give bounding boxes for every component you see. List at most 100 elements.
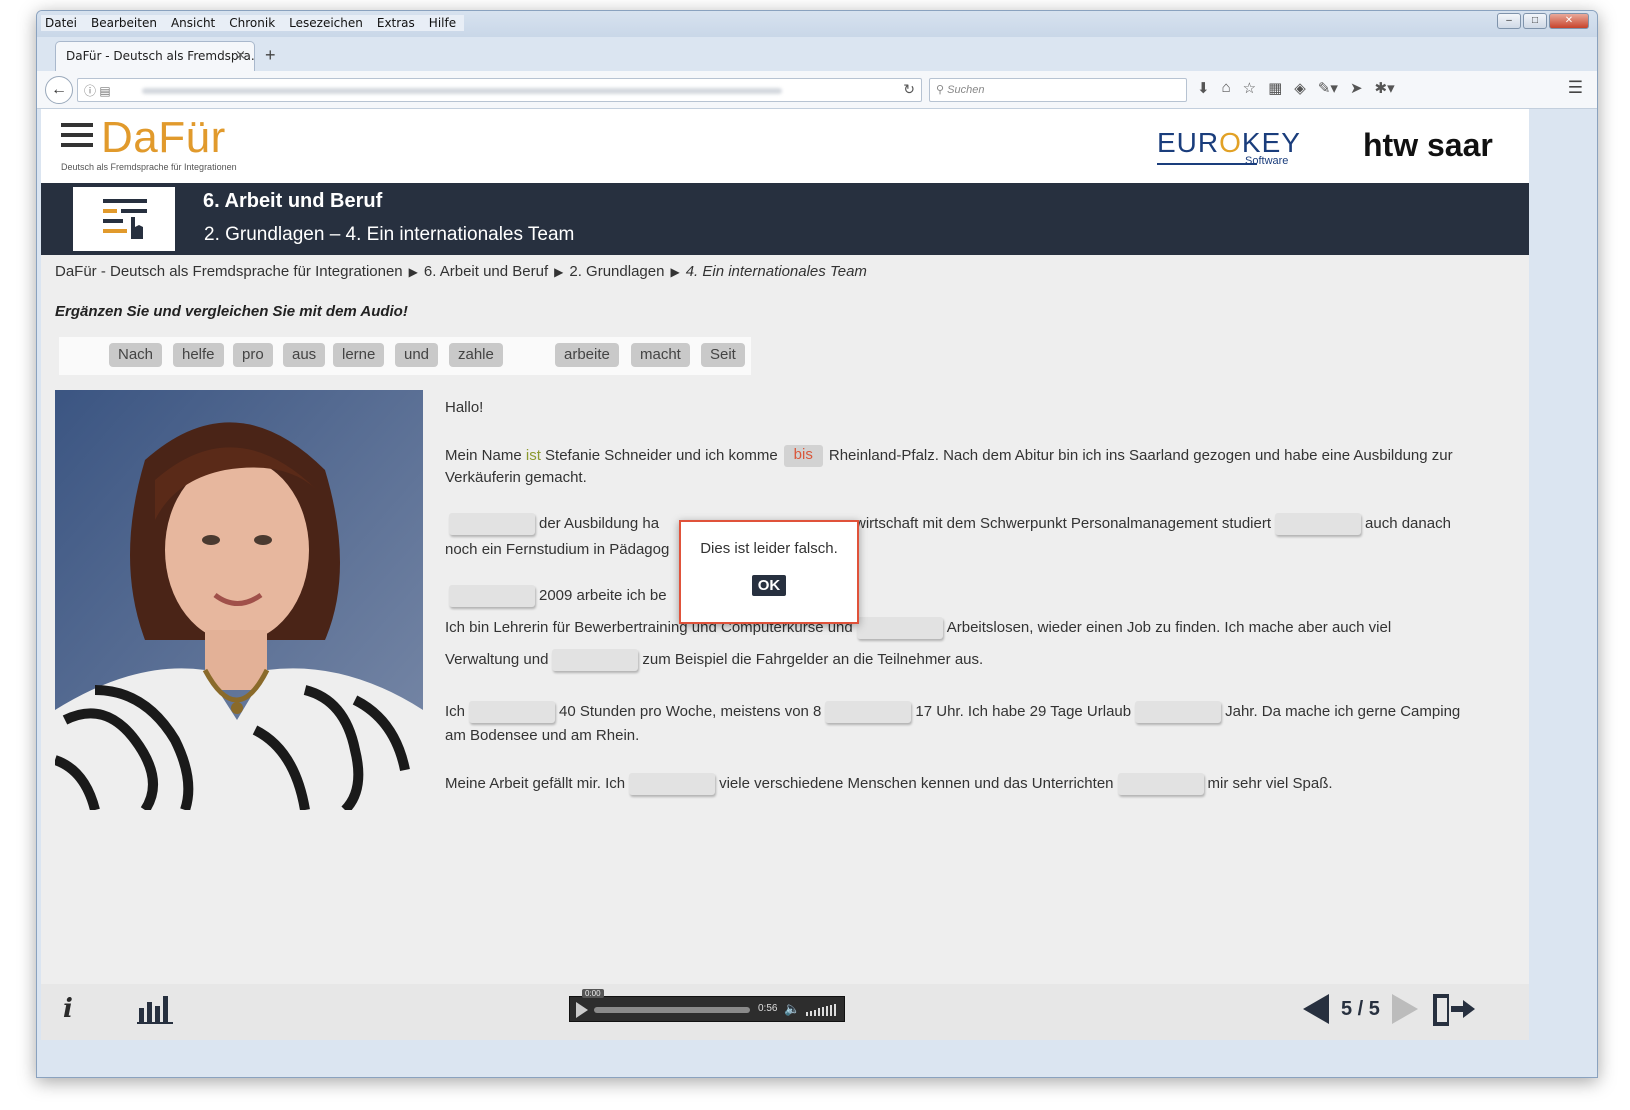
htw-saar-logo: htw saar <box>1363 127 1493 163</box>
breadcrumb-arrow-icon: ▶ <box>554 264 564 279</box>
word-chip[interactable]: macht <box>631 343 690 367</box>
text-fragment: wirtschaft mit dem Schwerpunkt Personalm… <box>855 514 1272 532</box>
word-chip[interactable]: arbeite <box>555 343 619 367</box>
text-fragment: mir sehr viel Spaß. <box>1207 774 1333 792</box>
answer-gap[interactable] <box>449 585 535 607</box>
pocket-icon[interactable]: ◈ <box>1294 79 1306 97</box>
word-chip[interactable]: Seit <box>701 343 745 367</box>
tab-close-icon[interactable]: × <box>235 48 246 63</box>
portrait-photo <box>55 390 423 810</box>
text-fragment: Stefanie Schneider und ich komme <box>540 446 778 464</box>
browser-window: Datei Bearbeiten Ansicht Chronik Lesezei… <box>36 10 1598 1078</box>
menu-datei[interactable]: Datei <box>45 16 77 30</box>
window-close-button[interactable]: ✕ <box>1549 13 1589 29</box>
volume-icon[interactable]: 🔈 <box>784 1001 800 1017</box>
menu-extras[interactable]: Extras <box>377 16 415 30</box>
navigation-bar: ← ⓘ ▤ ↻ ⚲ Suchen ⬇ ⌂ ☆ ▦ ◈ ✎▾ ➤ ✱▾ ☰ <box>37 71 1597 109</box>
home-icon[interactable]: ⌂ <box>1222 79 1231 97</box>
site-menu-icon[interactable] <box>61 123 93 151</box>
site-header: DaFür Deutsch als Fremdsprache für Integ… <box>41 109 1529 183</box>
word-chip[interactable]: aus <box>283 343 326 367</box>
error-dialog: Dies ist leider falsch. OK <box>679 520 859 624</box>
word-chip[interactable]: helfe <box>173 343 224 367</box>
menu-ansicht[interactable]: Ansicht <box>171 16 215 30</box>
text-line: Ich 40 Stunden pro Woche, meistens von 8 1… <box>445 701 1460 723</box>
bookmark-star-icon[interactable]: ☆ <box>1243 79 1256 97</box>
text-line: Mein Name ist Stefanie Schneider und ich… <box>445 445 1453 467</box>
exercise-instruction: Ergänzen Sie und vergleichen Sie mit dem… <box>55 303 408 320</box>
word-chip[interactable]: zahle <box>449 343 503 367</box>
eurokey-o: O <box>1219 127 1242 158</box>
audio-duration: 0:56 <box>758 1003 778 1014</box>
text-line: der Ausbildung ha <box>445 513 659 535</box>
page-counter: 5 / 5 <box>1341 997 1380 1020</box>
exercise-type-icon <box>73 187 175 251</box>
text-line: am Bodensee und am Rhein. <box>445 727 640 744</box>
send-icon[interactable]: ➤ <box>1350 79 1363 97</box>
tools-icon[interactable]: ✎▾ <box>1318 79 1338 97</box>
tab-title: DaFür - Deutsch als Fremdspra... <box>66 49 255 63</box>
breadcrumb-item-chapter[interactable]: 6. Arbeit und Beruf <box>424 263 548 280</box>
breadcrumb-item-section[interactable]: 2. Grundlagen <box>569 263 664 280</box>
word-chip[interactable]: pro <box>233 343 273 367</box>
audio-progress-slider[interactable] <box>594 1007 750 1013</box>
browser-toolbar: ⬇ ⌂ ☆ ▦ ◈ ✎▾ ➤ ✱▾ <box>1197 79 1395 97</box>
url-bar[interactable]: ⓘ ▤ ↻ <box>77 78 922 102</box>
word-chip[interactable]: lerne <box>333 343 385 367</box>
statistics-icon[interactable] <box>137 994 175 1024</box>
text-line: Meine Arbeit gefällt mir. Ich viele versc… <box>445 773 1333 795</box>
previous-page-icon[interactable] <box>1303 994 1329 1024</box>
answer-gap[interactable] <box>449 513 535 535</box>
breadcrumb-item-home[interactable]: DaFür - Deutsch als Fremdsprache für Int… <box>55 263 403 280</box>
minimize-button[interactable]: – <box>1497 13 1521 29</box>
menu-hilfe[interactable]: Hilfe <box>429 16 456 30</box>
menu-chronik[interactable]: Chronik <box>229 16 275 30</box>
next-page-icon[interactable] <box>1391 994 1418 1024</box>
search-input[interactable]: ⚲ Suchen <box>929 78 1187 102</box>
menu-bearbeiten[interactable]: Bearbeiten <box>91 16 157 30</box>
window-controls: – □ ✕ <box>1497 13 1589 29</box>
bookmarks-list-icon[interactable]: ▦ <box>1268 79 1282 97</box>
url-text-blurred <box>142 88 782 94</box>
menu-lesezeichen[interactable]: Lesezeichen <box>289 16 363 30</box>
lesson-banner: 6. Arbeit und Beruf 2. Grundlagen – 4. E… <box>41 183 1529 255</box>
maximize-button[interactable]: □ <box>1523 13 1547 29</box>
browser-menu-icon[interactable]: ☰ <box>1568 78 1583 98</box>
word-chip[interactable]: Nach <box>109 343 163 367</box>
volume-slider[interactable] <box>806 1004 836 1016</box>
text-highlight-ist: ist <box>525 446 541 464</box>
answer-gap[interactable] <box>1117 773 1204 795</box>
audio-player: 0:00 0:56 🔈 <box>569 989 845 1022</box>
text-fragment: 2009 arbeite ich be <box>539 586 667 604</box>
info-icon[interactable]: i <box>63 994 73 1024</box>
text-fragment: Jahr. Da mache ich gerne Camping <box>1225 702 1461 720</box>
reload-icon[interactable]: ↻ <box>903 81 915 98</box>
answer-gap[interactable] <box>825 701 912 723</box>
word-chip[interactable]: und <box>395 343 439 367</box>
text-fragment: Verwaltung und <box>445 650 549 668</box>
new-tab-button[interactable]: + <box>265 45 276 66</box>
word-bank: Nach helfe pro aus lerne und zahle arbei… <box>59 337 751 375</box>
breadcrumb-arrow-icon: ▶ <box>408 264 418 279</box>
answer-gap[interactable] <box>856 617 943 639</box>
answer-gap[interactable] <box>629 773 716 795</box>
exit-icon[interactable] <box>1431 990 1477 1028</box>
answer-gap[interactable] <box>469 701 556 723</box>
answer-gap[interactable] <box>1135 701 1222 723</box>
addon-icon[interactable]: ✱▾ <box>1375 79 1395 97</box>
answer-gap-filled[interactable]: bis <box>783 445 823 467</box>
download-icon[interactable]: ⬇ <box>1197 79 1210 97</box>
play-icon[interactable] <box>576 1002 588 1018</box>
answer-gap[interactable] <box>552 649 639 671</box>
dialog-message: Dies ist leider falsch. <box>700 540 838 557</box>
eurokey-text-start: EUR <box>1157 127 1220 158</box>
ok-button[interactable]: OK <box>751 575 787 596</box>
answer-gap[interactable] <box>1275 513 1362 535</box>
back-arrow-icon[interactable]: ← <box>45 76 73 104</box>
text-fragment: auch danach <box>1365 514 1451 532</box>
text-fragment: Rheinland-Pfalz. Nach dem Abitur bin ich… <box>828 446 1453 464</box>
dafur-logo[interactable]: DaFür <box>101 113 226 163</box>
site-info-icon[interactable]: ⓘ ▤ <box>84 82 111 99</box>
text-line: Verwaltung und zum Beispiel die Fahrgelde… <box>445 649 983 671</box>
browser-tab[interactable]: DaFür - Deutsch als Fremdspra... × <box>55 41 255 71</box>
